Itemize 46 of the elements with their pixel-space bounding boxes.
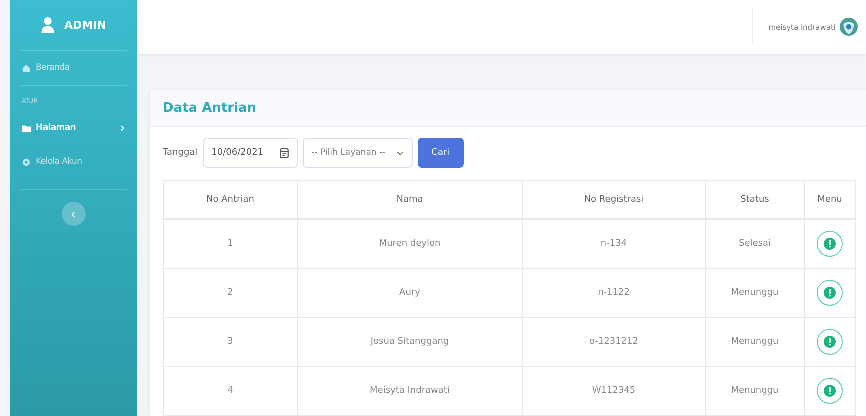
table-cell: Muren deylon (298, 219, 522, 268)
caret-icon (396, 150, 404, 156)
info-icon (824, 385, 836, 397)
table-cell: Menunggu (706, 318, 804, 366)
brand-title: ADMIN (64, 18, 106, 32)
table-cell: n-1122 (522, 268, 706, 318)
gear-icon (22, 158, 31, 166)
column-header: Status (706, 180, 804, 219)
column-header: No Registrasi (522, 180, 706, 219)
info-icon (824, 238, 836, 250)
table-cell: W112345 (522, 366, 706, 416)
column-header: Nama (298, 180, 522, 219)
info-icon (824, 287, 836, 299)
column-header: Menu (804, 180, 856, 219)
info-button[interactable] (817, 378, 843, 404)
folder-icon (22, 124, 31, 132)
table-cell: Menunggu (706, 268, 804, 318)
nav-item[interactable]: Halaman › (10, 111, 137, 145)
info-button[interactable] (817, 280, 843, 306)
user-icon (40, 16, 55, 34)
date-label: Tanggal (163, 148, 198, 158)
table-cell: Aury (298, 268, 522, 318)
table-cell: Meisyta Indrawati (298, 366, 522, 416)
calendar-icon (280, 148, 289, 158)
table-cell: 4 (164, 366, 298, 416)
sidebar-toggle-button[interactable]: ‹ (62, 202, 86, 226)
info-button[interactable] (817, 329, 843, 355)
service-select[interactable]: -- Pilih Layanan -- (302, 138, 413, 168)
table-cell: Josua Sitanggang (298, 318, 522, 366)
info-icon (824, 336, 836, 348)
table-cell: 1 (164, 219, 298, 268)
home-icon (22, 64, 31, 72)
search-button[interactable]: Cari (418, 138, 464, 168)
nav-item[interactable]: Beranda (10, 51, 137, 85)
table-cell: n-134 (522, 219, 706, 268)
nav-item[interactable]: Kelola Akun (10, 145, 137, 179)
table-cell: Selesai (706, 219, 804, 268)
date-field[interactable]: 10/06/2021 (202, 138, 298, 168)
table-cell: o-1231212 (522, 318, 706, 366)
table-cell: Menunggu (706, 366, 804, 416)
table-cell: 2 (164, 268, 298, 318)
info-button[interactable] (817, 231, 843, 257)
card-title: Data Antrian (163, 100, 257, 116)
column-header: No Antrian (164, 180, 298, 219)
avatar-icon[interactable] (840, 18, 858, 36)
table-cell: 3 (164, 318, 298, 366)
